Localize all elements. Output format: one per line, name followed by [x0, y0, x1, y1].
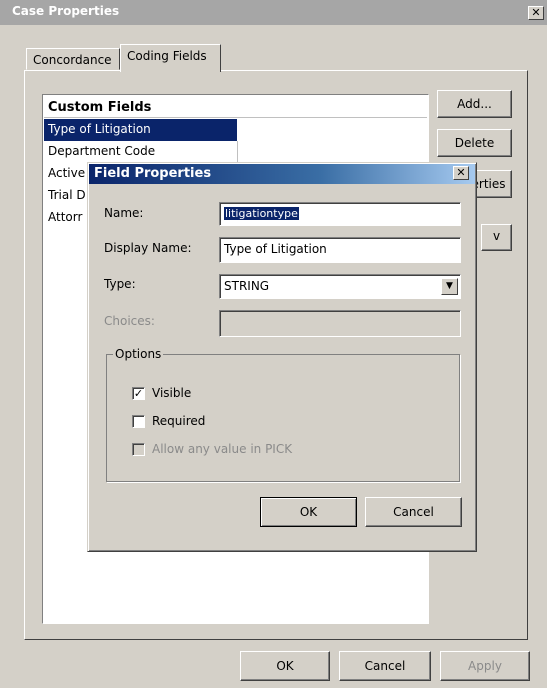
visible-label[interactable]: Visible	[152, 386, 191, 400]
required-checkbox[interactable]	[132, 415, 145, 428]
name-value: litigationtype	[224, 207, 299, 220]
name-label: Name:	[104, 206, 144, 220]
list-item[interactable]: Department Code	[44, 141, 427, 163]
ok-button[interactable]: OK	[240, 651, 330, 681]
close-icon[interactable]: ✕	[528, 6, 544, 20]
list-header: Custom Fields	[44, 96, 427, 118]
type-value: STRING	[224, 279, 270, 293]
list-item-label: Active	[48, 166, 86, 180]
list-item[interactable]: Type of Litigation	[44, 119, 427, 141]
add-button[interactable]: Add...	[437, 90, 512, 118]
tab-coding-fields[interactable]: Coding Fields	[120, 44, 221, 72]
chevron-down-icon[interactable]: ▼	[441, 278, 458, 295]
allow-any-value-label: Allow any value in PICK	[152, 442, 293, 456]
dialog-cancel-button[interactable]: Cancel	[365, 497, 462, 527]
list-item-label: Type of Litigation	[48, 122, 151, 136]
name-field[interactable]: litigationtype	[219, 202, 461, 226]
list-item-label: Department Code	[48, 144, 156, 158]
column-divider	[237, 141, 238, 163]
allow-any-value-checkbox	[132, 443, 145, 456]
close-icon[interactable]: ✕	[453, 166, 469, 180]
tab-concordance[interactable]: Concordance	[26, 48, 120, 70]
list-item-label: Trial D	[48, 188, 86, 202]
display-name-label: Display Name:	[104, 241, 192, 255]
visible-checkbox[interactable]: ✓	[132, 387, 145, 400]
type-label: Type:	[104, 277, 136, 291]
move-down-button[interactable]: v	[481, 224, 512, 251]
required-label[interactable]: Required	[152, 414, 205, 428]
choices-field	[219, 310, 461, 337]
main-window-title: Case Properties	[12, 4, 120, 18]
cancel-button[interactable]: Cancel	[339, 651, 431, 681]
type-select[interactable]: STRING	[219, 274, 461, 299]
choices-label: Choices:	[104, 314, 155, 328]
dialog-title: Field Properties	[94, 166, 212, 181]
apply-button[interactable]: Apply	[440, 651, 530, 681]
delete-button[interactable]: Delete	[437, 129, 512, 157]
dialog-ok-button[interactable]: OK	[260, 497, 357, 527]
options-legend: Options	[113, 347, 164, 361]
list-item-label: Attorr	[48, 210, 83, 224]
display-name-field[interactable]: Type of Litigation	[219, 237, 461, 263]
